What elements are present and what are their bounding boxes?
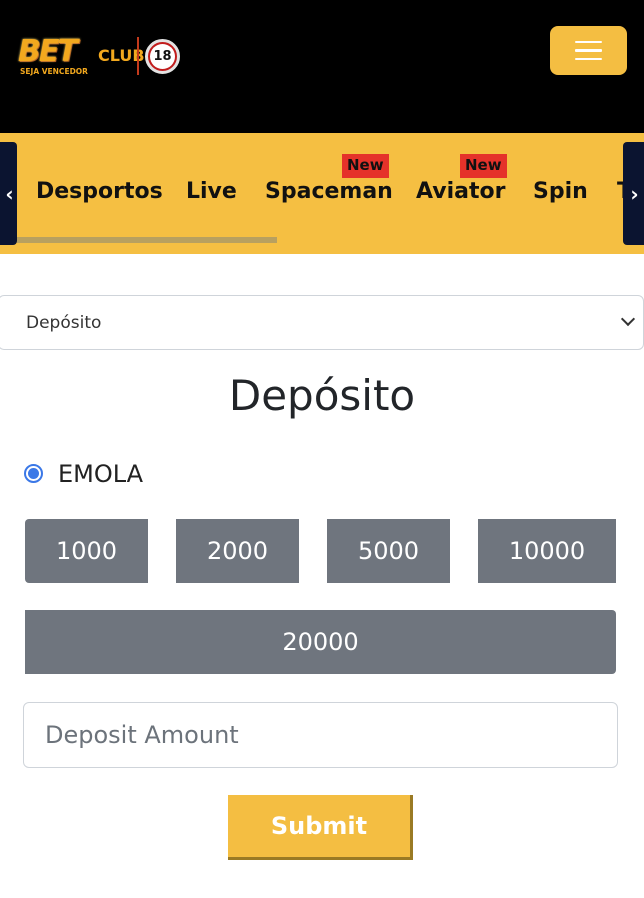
logo-tagline: SEJA VENCEDOR xyxy=(20,67,88,76)
select-value: Depósito xyxy=(26,312,102,333)
submit-button[interactable]: Submit xyxy=(228,795,413,860)
hamburger-icon-line xyxy=(575,49,602,52)
payment-method-emola[interactable]: EMOLA xyxy=(24,455,143,491)
amount-button-2000[interactable]: 2000 xyxy=(176,519,299,583)
age-badge-text: 18 xyxy=(150,44,175,69)
chevron-left-icon: ‹ xyxy=(5,181,14,206)
chevron-down-icon xyxy=(620,311,636,327)
logo-brand: BET xyxy=(18,34,78,69)
chevron-right-icon: › xyxy=(630,181,639,206)
new-badge: New xyxy=(460,154,507,178)
hamburger-icon xyxy=(575,40,602,44)
deposit-amount-input[interactable] xyxy=(23,702,618,768)
nav-item-spin[interactable]: Spin xyxy=(533,179,588,205)
category-nav: Desportos Live New Spaceman New Aviator … xyxy=(0,133,644,254)
nav-item-desportos[interactable]: Desportos xyxy=(36,179,163,205)
logo-divider xyxy=(137,37,139,75)
site-header: BET CLUB SEJA VENCEDOR 18 xyxy=(0,0,644,133)
amount-button-5000[interactable]: 5000 xyxy=(327,519,450,583)
new-badge: New xyxy=(342,154,389,178)
nav-item-live[interactable]: Live xyxy=(186,179,237,205)
hamburger-icon-line xyxy=(575,57,602,61)
transaction-type-select[interactable]: Depósito xyxy=(0,295,644,350)
nav-next-button[interactable]: › xyxy=(623,142,644,245)
payment-method-label: EMOLA xyxy=(58,460,144,488)
nav-item-spaceman[interactable]: Spaceman xyxy=(265,179,393,205)
amount-button-20000[interactable]: 20000 xyxy=(25,610,616,674)
radio-button[interactable] xyxy=(24,463,43,483)
amount-button-1000[interactable]: 1000 xyxy=(25,519,148,583)
nav-prev-button[interactable]: ‹ xyxy=(0,142,17,245)
amount-button-10000[interactable]: 10000 xyxy=(478,519,616,583)
age-restriction-icon: 18 xyxy=(145,39,180,74)
site-logo[interactable]: BET CLUB SEJA VENCEDOR 18 xyxy=(16,36,186,80)
radio-selected-dot xyxy=(28,467,39,479)
menu-toggle-button[interactable] xyxy=(550,26,627,75)
nav-scrollbar[interactable] xyxy=(17,237,277,243)
nav-item-aviator[interactable]: Aviator xyxy=(416,179,505,205)
page-title: Depósito xyxy=(228,371,416,420)
